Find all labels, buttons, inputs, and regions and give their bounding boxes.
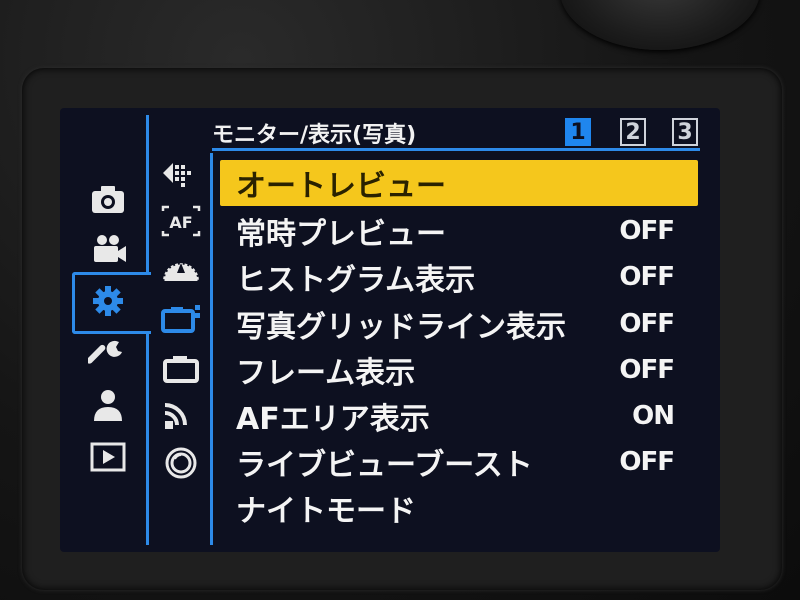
page-indicator-1[interactable]: 1 bbox=[565, 118, 591, 146]
photo-monitor-icon[interactable] bbox=[158, 297, 204, 337]
menu-item-frame-display[interactable]: フレーム表示 OFF bbox=[220, 347, 698, 393]
camera-icon[interactable] bbox=[86, 179, 130, 219]
menu-item-value: OFF bbox=[619, 309, 675, 339]
menu-item-label: AFエリア表示 bbox=[236, 402, 430, 437]
category-sidebar bbox=[72, 115, 152, 545]
menu-item-value: OFF bbox=[619, 355, 675, 385]
menu-item-live-view-boost[interactable]: ライブビューブースト OFF bbox=[220, 439, 698, 485]
menu-title: モニター/表示(写真) bbox=[212, 123, 417, 148]
af-icon[interactable]: AF bbox=[158, 201, 204, 241]
menu-list: オートレビュー 常時プレビュー OFF ヒストグラム表示 OFF 写真グリッドラ… bbox=[220, 158, 702, 542]
menu-item-night-mode[interactable]: ナイトモード bbox=[220, 485, 698, 531]
title-divider bbox=[212, 148, 700, 151]
menu-item-af-area[interactable]: AFエリア表示 ON bbox=[220, 393, 698, 439]
menu-item-auto-review[interactable]: オートレビュー bbox=[220, 160, 698, 206]
person-icon[interactable] bbox=[86, 385, 130, 425]
menu-item-label: ライブビューブースト bbox=[236, 448, 533, 483]
tab-divider bbox=[210, 153, 213, 545]
drive-mode-icon[interactable] bbox=[158, 153, 204, 193]
lens-icon[interactable] bbox=[158, 443, 204, 483]
menu-item-label: 常時プレビュー bbox=[236, 217, 446, 252]
wrench-icon[interactable] bbox=[86, 335, 130, 375]
camera-frame-icon[interactable] bbox=[158, 347, 204, 387]
menu-item-value: OFF bbox=[619, 262, 675, 292]
svg-text:AF: AF bbox=[169, 213, 192, 232]
page-indicator-3[interactable]: 3 bbox=[672, 118, 698, 146]
page-indicator-2[interactable]: 2 bbox=[620, 118, 646, 146]
gear-icon[interactable] bbox=[86, 281, 130, 321]
menu-item-label: フレーム表示 bbox=[236, 356, 416, 391]
menu-item-histogram[interactable]: ヒストグラム表示 OFF bbox=[220, 254, 698, 300]
menu-item-value: OFF bbox=[619, 216, 675, 246]
menu-item-value: ON bbox=[632, 401, 675, 431]
menu-item-grid-line[interactable]: 写真グリッドライン表示 OFF bbox=[220, 301, 698, 347]
wireless-icon[interactable] bbox=[158, 395, 204, 435]
tab-column: AF bbox=[152, 115, 214, 545]
menu-item-label: ナイトモード bbox=[236, 494, 416, 529]
dial-icon[interactable] bbox=[158, 249, 204, 289]
menu-item-value: OFF bbox=[619, 447, 675, 477]
playback-icon[interactable] bbox=[86, 437, 130, 477]
menu-item-label: オートレビュー bbox=[236, 169, 446, 204]
menu-item-constant-preview[interactable]: 常時プレビュー OFF bbox=[220, 208, 698, 254]
menu-item-label: 写真グリッドライン表示 bbox=[236, 310, 566, 345]
menu-item-label: ヒストグラム表示 bbox=[236, 263, 476, 298]
video-camera-icon[interactable] bbox=[86, 229, 130, 269]
